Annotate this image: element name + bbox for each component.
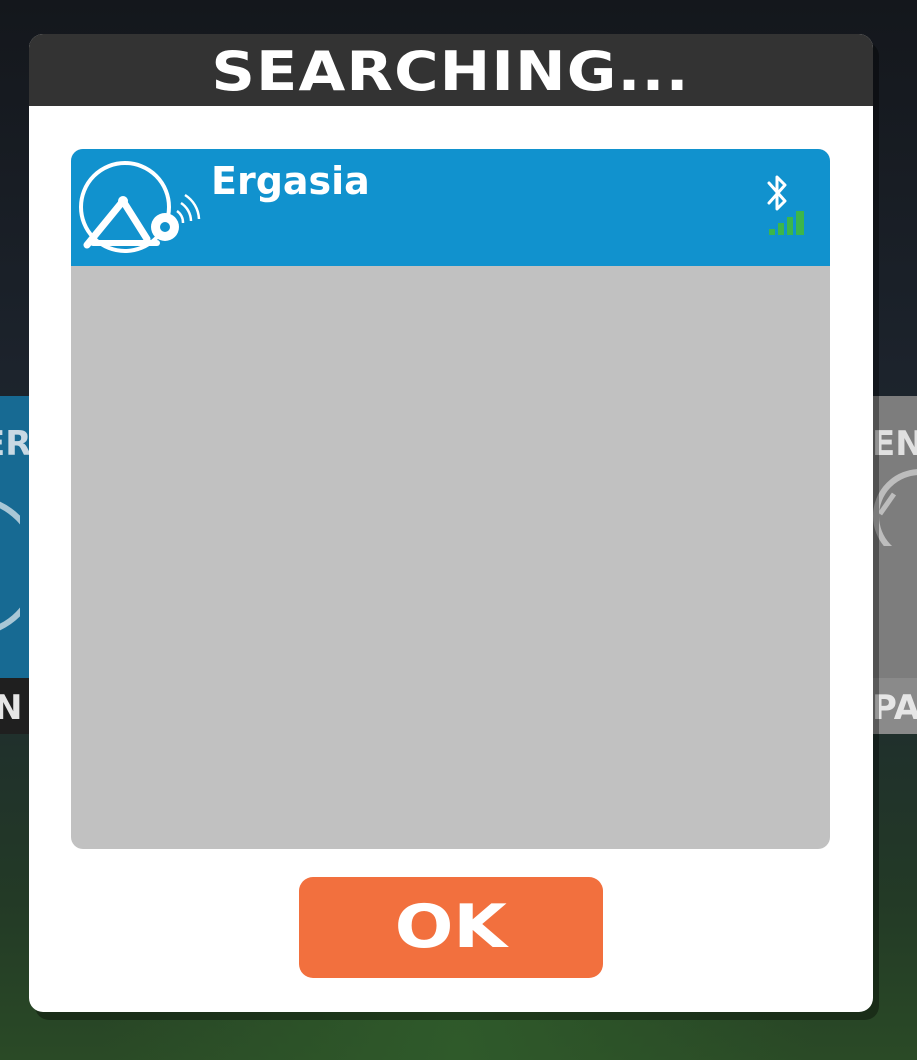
trainer-icon xyxy=(0,501,20,631)
signal-strength-icon xyxy=(769,211,804,235)
device-list: Ergasia xyxy=(71,149,830,849)
searching-dialog: SEARCHING... Ergasia OK xyxy=(29,34,873,1012)
background-card-left-top-text: ER xyxy=(0,424,30,464)
dialog-header: SEARCHING... xyxy=(29,34,873,106)
power-trainer-icon xyxy=(79,161,201,253)
ok-button[interactable]: OK xyxy=(299,877,603,978)
background-card-right-top-text: EN xyxy=(872,424,917,464)
gauge-icon xyxy=(873,469,917,546)
dialog-title: SEARCHING... xyxy=(211,40,691,103)
device-list-item[interactable]: Ergasia xyxy=(71,149,830,266)
background-card-left: ER N xyxy=(0,396,30,734)
background-card-left-bottom-text: N xyxy=(0,688,23,728)
background-card-right-bottom-text: PA xyxy=(872,688,917,728)
device-name: Ergasia xyxy=(211,159,370,203)
ok-button-label: OK xyxy=(394,892,508,962)
background-card-right: EN PA xyxy=(872,396,917,734)
